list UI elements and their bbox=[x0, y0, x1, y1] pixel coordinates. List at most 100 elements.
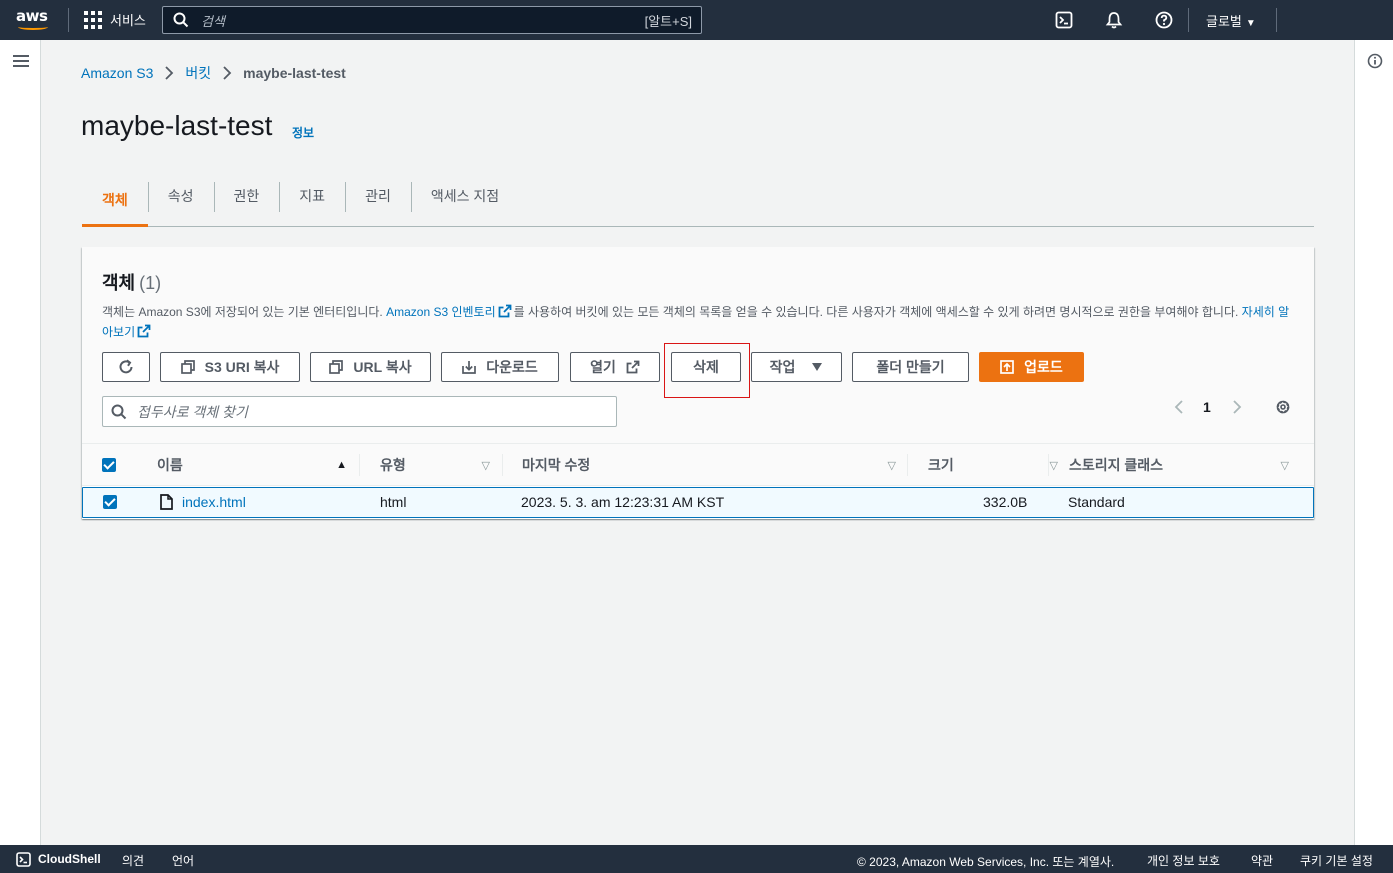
info-link[interactable]: 정보 bbox=[292, 124, 314, 141]
feedback-link[interactable]: 의견 bbox=[122, 852, 144, 869]
region-label: 글로벌 bbox=[1206, 14, 1242, 29]
inventory-link[interactable]: Amazon S3 인벤토리 bbox=[386, 305, 496, 319]
services-menu-button[interactable]: 서비스 bbox=[84, 10, 146, 29]
caret-down-icon bbox=[812, 363, 823, 371]
copyright-text: © 2023, Amazon Web Services, Inc. 또는 계열사… bbox=[857, 855, 1115, 869]
column-header-storage-class[interactable]: 스토리지 클래스 ▽ bbox=[1069, 444, 1299, 486]
next-page-icon[interactable] bbox=[1230, 399, 1244, 415]
row-select-checkbox[interactable] bbox=[103, 495, 117, 509]
column-divider bbox=[907, 454, 908, 476]
copy-icon bbox=[329, 360, 344, 374]
tab-metrics[interactable]: 지표 bbox=[279, 180, 345, 226]
create-folder-label: 폴더 만들기 bbox=[876, 359, 945, 375]
cloudshell-link[interactable]: CloudShell bbox=[38, 852, 101, 866]
breadcrumb: Amazon S3 버킷 maybe-last-test bbox=[81, 63, 346, 83]
terms-link[interactable]: 약관 bbox=[1251, 852, 1273, 869]
gear-icon[interactable] bbox=[1274, 398, 1292, 416]
aws-logo[interactable]: aws bbox=[16, 7, 52, 33]
page-title: maybe-last-test bbox=[81, 110, 273, 141]
object-size: 332.0B bbox=[983, 494, 1028, 510]
console-footer: CloudShell 의견 언어 © 2023, Amazon Web Serv… bbox=[0, 845, 1393, 873]
tab-permissions[interactable]: 권한 bbox=[213, 180, 280, 226]
current-page-number[interactable]: 1 bbox=[1203, 399, 1211, 415]
create-folder-button[interactable]: 폴더 만들기 bbox=[852, 352, 969, 382]
nav-divider bbox=[1276, 8, 1277, 32]
external-link-icon bbox=[626, 360, 640, 374]
tab-access-points[interactable]: 액세스 지점 bbox=[410, 180, 519, 226]
services-grid-icon bbox=[84, 10, 102, 29]
previous-page-icon[interactable] bbox=[1172, 399, 1186, 415]
object-name-link[interactable]: index.html bbox=[182, 494, 246, 510]
help-icon[interactable] bbox=[1155, 11, 1173, 29]
sort-icon[interactable]: ▽ bbox=[1281, 459, 1289, 472]
filter-placeholder: 접두사로 객체 찾기 bbox=[137, 403, 248, 420]
hamburger-menu-icon[interactable] bbox=[13, 55, 29, 67]
tools-panel-rail bbox=[1354, 40, 1393, 845]
column-header-label: 유형 bbox=[380, 457, 406, 473]
chevron-right-icon bbox=[223, 66, 232, 80]
chevron-right-icon bbox=[165, 66, 174, 80]
actions-dropdown-button[interactable]: 작업 bbox=[751, 352, 842, 382]
objects-title: 객체 bbox=[102, 273, 136, 293]
table-row[interactable]: index.html html 2023. 5. 3. am 12:23:31 … bbox=[82, 487, 1314, 518]
aws-smile-icon bbox=[18, 24, 48, 30]
copy-url-label: URL 복사 bbox=[353, 359, 412, 375]
select-all-checkbox[interactable] bbox=[102, 458, 116, 472]
bucket-tabs: 객체 속성 권한 지표 관리 액세스 지점 bbox=[82, 180, 1314, 227]
object-last-modified: 2023. 5. 3. am 12:23:31 AM KST bbox=[521, 494, 725, 510]
language-link[interactable]: 언어 bbox=[172, 852, 194, 869]
column-header-last-modified[interactable]: 마지막 수정 ▽ bbox=[522, 444, 906, 486]
cloudshell-icon[interactable] bbox=[16, 852, 31, 867]
external-link-icon bbox=[498, 304, 512, 318]
column-divider bbox=[359, 454, 360, 476]
refresh-icon bbox=[119, 359, 133, 374]
open-label: 열기 bbox=[590, 359, 616, 375]
column-header-type[interactable]: 유형 ▽ bbox=[380, 444, 500, 486]
copy-url-button[interactable]: URL 복사 bbox=[310, 352, 431, 382]
external-link-icon bbox=[137, 324, 151, 338]
upload-icon bbox=[1000, 360, 1015, 374]
global-search-input[interactable]: 검색 [알트+S] bbox=[162, 6, 702, 34]
copy-s3-uri-button[interactable]: S3 URI 복사 bbox=[160, 352, 300, 382]
column-header-name[interactable]: 이름 ▲ bbox=[157, 444, 357, 486]
objects-panel: 객체 (1) 객체는 Amazon S3에 저장되어 있는 기본 엔터티입니다. … bbox=[82, 247, 1314, 519]
column-header-label: 이름 bbox=[157, 457, 183, 473]
privacy-link[interactable]: 개인 정보 보호 bbox=[1147, 852, 1220, 869]
breadcrumb-current: maybe-last-test bbox=[243, 65, 346, 81]
breadcrumb-buckets[interactable]: 버킷 bbox=[185, 63, 211, 83]
objects-description: 객체는 Amazon S3에 저장되어 있는 기본 엔터티입니다. Amazon… bbox=[102, 302, 1292, 342]
sort-icon[interactable]: ▽ bbox=[888, 459, 896, 472]
left-navigation-rail bbox=[0, 40, 41, 845]
object-type: html bbox=[380, 494, 407, 510]
tab-properties[interactable]: 속성 bbox=[147, 180, 214, 226]
sort-icon[interactable]: ▽ bbox=[1050, 459, 1058, 472]
notifications-bell-icon[interactable] bbox=[1105, 11, 1123, 29]
open-button[interactable]: 열기 bbox=[570, 352, 660, 382]
refresh-button[interactable] bbox=[102, 352, 150, 382]
upload-button[interactable]: 업로드 bbox=[979, 352, 1084, 382]
description-text: 를 사용하여 버킷에 있는 모든 객체의 목록을 얻을 수 있습니다. 다른 사… bbox=[513, 305, 1242, 319]
search-shortcut-hint: [알트+S] bbox=[644, 13, 692, 29]
object-prefix-search-input[interactable]: 접두사로 객체 찾기 bbox=[102, 396, 617, 427]
search-icon bbox=[173, 12, 189, 28]
column-header-label: 스토리지 클래스 bbox=[1069, 457, 1164, 473]
download-button[interactable]: 다운로드 bbox=[441, 352, 559, 382]
search-icon bbox=[111, 404, 127, 419]
tab-management[interactable]: 관리 bbox=[345, 180, 411, 226]
services-label: 서비스 bbox=[110, 13, 146, 28]
info-icon[interactable] bbox=[1367, 53, 1383, 69]
tab-objects[interactable]: 객체 bbox=[82, 180, 148, 227]
region-selector[interactable]: 글로벌 ▼ bbox=[1206, 11, 1256, 30]
cookie-preferences-link[interactable]: 쿠키 기본 설정 bbox=[1300, 852, 1373, 869]
objects-panel-header: 객체 (1) 객체는 Amazon S3에 저장되어 있는 기본 엔터티입니다. … bbox=[82, 247, 1314, 443]
cloudshell-icon[interactable] bbox=[1055, 11, 1073, 29]
sort-icon[interactable]: ▽ bbox=[482, 459, 490, 472]
caret-down-icon: ▼ bbox=[1245, 18, 1256, 29]
search-placeholder: 검색 bbox=[201, 13, 225, 29]
breadcrumb-amazon-s3[interactable]: Amazon S3 bbox=[81, 65, 153, 81]
nav-divider bbox=[68, 8, 69, 32]
column-header-label: 크기 bbox=[928, 457, 954, 473]
sort-ascending-icon[interactable]: ▲ bbox=[336, 459, 347, 471]
column-divider bbox=[502, 454, 503, 476]
column-header-size[interactable]: 크기 ▽ bbox=[928, 444, 1068, 486]
